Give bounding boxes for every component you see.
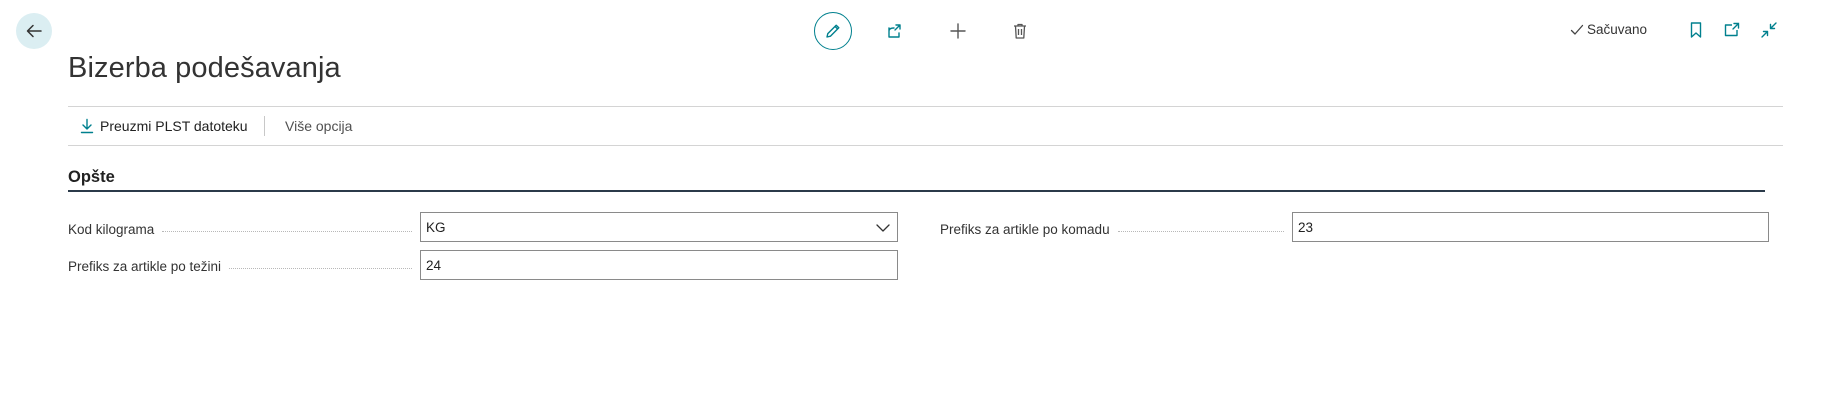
kilogram-code-label: Kod kilograma [68,214,420,244]
bookmark-icon [1690,22,1702,38]
pencil-icon [826,24,840,38]
section-title: Opšte [68,168,115,186]
share-button[interactable] [876,12,914,50]
piece-prefix-value: 23 [1298,219,1314,235]
page-title: Bizerba podešavanja [68,52,341,84]
plus-icon [950,23,966,39]
more-options-button[interactable]: Više opcija [285,107,352,145]
weight-prefix-input[interactable]: 24 [420,250,898,280]
open-new-window-icon [1724,22,1740,37]
back-button[interactable] [16,13,52,49]
delete-button[interactable] [1001,12,1039,50]
label-leader-dots [1117,230,1284,232]
weight-prefix-label: Prefiks za artikle po težini [68,251,420,281]
label-leader-dots [229,267,412,269]
bookmark-button[interactable] [1685,19,1707,41]
page: Sačuvano Bizerba podešavanja Preuzmi PLS… [0,0,1839,406]
collapse-button[interactable] [1758,19,1780,41]
piece-prefix-label: Prefiks za artikle po komadu [940,214,1292,244]
label-leader-dots [162,230,412,232]
save-status-label: Sačuvano [1587,22,1648,37]
checkmark-icon [1570,24,1584,35]
save-status: Sačuvano [1570,22,1647,37]
action-bar: Preuzmi PLST datoteku Više opcija [68,106,1783,146]
download-icon [80,118,94,134]
arrow-left-icon [26,24,42,38]
download-plst-label: Preuzmi PLST datoteku [100,118,248,134]
kilogram-code-value: KG [426,219,446,235]
weight-prefix-value: 24 [426,257,442,273]
more-options-label: Više opcija [285,118,353,134]
share-icon [888,24,901,38]
trash-icon [1014,23,1026,39]
piece-prefix-input[interactable]: 23 [1292,212,1769,242]
section-divider [68,190,1765,192]
open-new-window-button[interactable] [1721,19,1743,41]
collapse-icon [1761,22,1777,38]
chevron-down-icon[interactable] [875,220,891,236]
edit-button[interactable] [814,12,852,50]
kilogram-code-dropdown[interactable]: KG [420,212,898,242]
add-button[interactable] [939,12,977,50]
download-plst-button[interactable]: Preuzmi PLST datoteku [80,107,248,145]
action-separator [264,116,265,136]
